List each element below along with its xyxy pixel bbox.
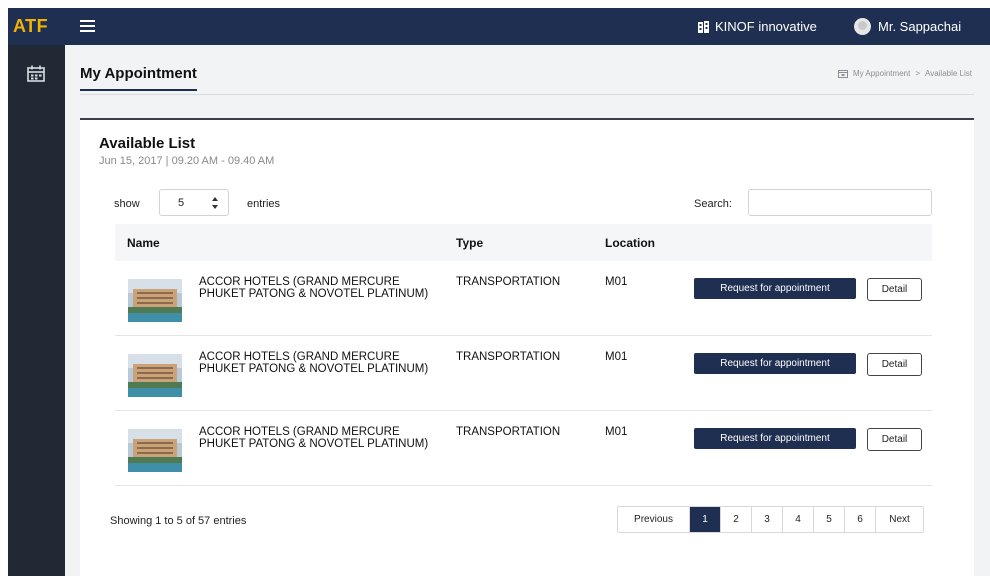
show-label: show [114,198,140,210]
pagination-page-5[interactable]: 5 [814,507,845,532]
available-list-card: Available List Jun 15, 2017 | 09.20 AM -… [80,118,974,576]
request-appointment-button[interactable]: Request for appointment [694,353,856,374]
app-frame: ATF KINOF innovative Mr. Sappachai My Ap… [8,8,990,576]
pagination-previous[interactable]: Previous [618,507,690,532]
pagination-page-1[interactable]: 1 [690,507,721,532]
detail-button[interactable]: Detail [867,428,922,451]
row-name: ACCOR HOTELS (GRAND MERCURE PHUKET PATON… [199,276,429,300]
row-name: ACCOR HOTELS (GRAND MERCURE PHUKET PATON… [199,351,429,375]
row-location: M01 [605,276,628,288]
column-header-location[interactable]: Location [605,236,655,250]
pagination-page-6[interactable]: 6 [845,507,876,532]
user-menu[interactable]: Mr. Sappachai [854,18,961,35]
detail-button[interactable]: Detail [867,278,922,301]
row-location: M01 [605,426,628,438]
detail-button[interactable]: Detail [867,353,922,376]
page-header: My Appointment My Appointment > Availabl… [80,65,974,95]
showing-entries-info: Showing 1 to 5 of 57 entries [110,515,247,527]
page-title: My Appointment [80,65,197,91]
row-type: TRANSPORTATION [456,351,561,363]
company-switcher[interactable]: KINOF innovative [698,19,817,34]
hamburger-menu-icon[interactable] [80,20,95,32]
pagination-page-3[interactable]: 3 [752,507,783,532]
breadcrumb-item-available-list: Available List [925,69,972,78]
breadcrumb: My Appointment > Available List [837,69,972,78]
calendar-icon [837,70,848,78]
entries-per-page-select[interactable]: 5 [159,189,229,216]
main-content: My Appointment My Appointment > Availabl… [65,45,990,576]
entries-label: entries [247,198,281,210]
list-title: Available List [99,135,196,152]
row-type: TRANSPORTATION [456,276,561,288]
building-icon [698,20,709,33]
user-avatar-icon [854,18,871,35]
breadcrumb-separator: > [915,69,920,78]
search-input[interactable] [748,189,932,216]
calendar-icon[interactable] [27,65,45,82]
hotel-thumbnail [128,354,182,397]
hotel-thumbnail [128,279,182,322]
column-header-name[interactable]: Name [127,236,160,250]
table-row: ACCOR HOTELS (GRAND MERCURE PHUKET PATON… [115,261,932,336]
hotel-thumbnail [128,429,182,472]
pagination-next[interactable]: Next [876,507,923,532]
table-row: ACCOR HOTELS (GRAND MERCURE PHUKET PATON… [115,336,932,411]
breadcrumb-item-my-appointment[interactable]: My Appointment [853,69,910,78]
row-location: M01 [605,351,628,363]
sort-arrows-icon [212,197,218,209]
row-name: ACCOR HOTELS (GRAND MERCURE PHUKET PATON… [199,426,429,450]
table-header: Name Type Location [115,224,932,261]
pagination-page-2[interactable]: 2 [721,507,752,532]
list-date-time: Jun 15, 2017 | 09.20 AM - 09.40 AM [99,155,275,167]
user-name: Mr. Sappachai [878,19,962,34]
top-navbar: ATF KINOF innovative Mr. Sappachai [8,8,990,45]
table-row: ACCOR HOTELS (GRAND MERCURE PHUKET PATON… [115,411,932,486]
brand-logo[interactable]: ATF [13,16,48,37]
company-name: KINOF innovative [715,19,817,34]
entries-per-page-value: 5 [178,197,185,209]
request-appointment-button[interactable]: Request for appointment [694,428,856,449]
pagination-page-4[interactable]: 4 [783,507,814,532]
pagination: Previous 1 2 3 4 5 6 Next [617,506,924,533]
column-header-type[interactable]: Type [456,236,483,250]
request-appointment-button[interactable]: Request for appointment [694,278,856,299]
row-type: TRANSPORTATION [456,426,561,438]
search-label: Search: [694,198,732,210]
sidebar [8,45,65,576]
